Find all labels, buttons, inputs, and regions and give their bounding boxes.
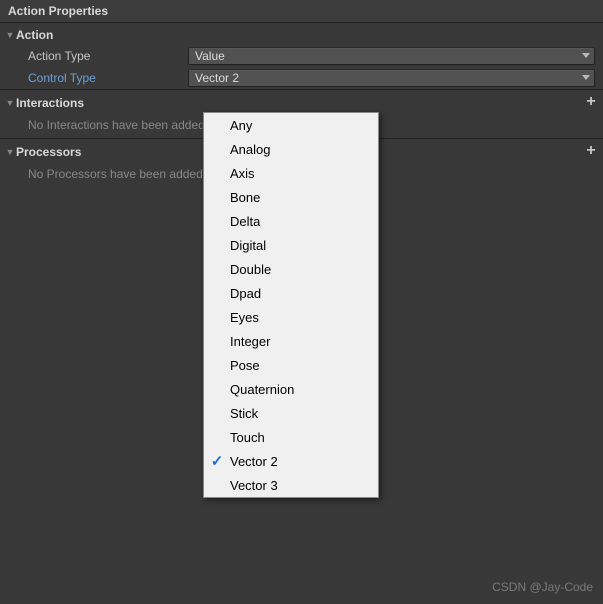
control-type-option[interactable]: Digital xyxy=(204,233,378,257)
control-type-option-label: Vector 3 xyxy=(230,478,278,493)
control-type-option[interactable]: Delta xyxy=(204,209,378,233)
dropdown-control-type[interactable]: Vector 2 xyxy=(188,69,595,87)
caret-down-icon xyxy=(582,53,590,58)
control-type-option-label: Bone xyxy=(230,190,260,205)
control-type-option[interactable]: Bone xyxy=(204,185,378,209)
control-type-option-label: Digital xyxy=(230,238,266,253)
dropdown-action-type[interactable]: Value xyxy=(188,47,595,65)
control-type-option[interactable]: Double xyxy=(204,257,378,281)
watermark: CSDN @Jay-Code xyxy=(492,580,593,594)
control-type-option[interactable]: Quaternion xyxy=(204,377,378,401)
control-type-option-label: Integer xyxy=(230,334,270,349)
check-icon: ✓ xyxy=(204,452,230,470)
section-action: ▼ Action Action Type Value Control Type … xyxy=(0,25,603,89)
row-action-type: Action Type Value xyxy=(0,45,603,67)
row-control-type: Control Type Vector 2 xyxy=(0,67,603,89)
control-type-option-label: Touch xyxy=(230,430,265,445)
control-type-option-label: Dpad xyxy=(230,286,261,301)
add-interaction-button[interactable]: + xyxy=(583,95,599,111)
section-title-action: Action xyxy=(16,28,599,42)
dropdown-action-type-value: Value xyxy=(195,49,225,63)
control-type-option[interactable]: Integer xyxy=(204,329,378,353)
label-control-type: Control Type xyxy=(28,71,188,85)
section-title-interactions: Interactions xyxy=(16,96,583,110)
control-type-option-label: Delta xyxy=(230,214,260,229)
control-type-option[interactable]: Any xyxy=(204,113,378,137)
control-type-option-label: Quaternion xyxy=(230,382,294,397)
control-type-option-label: Stick xyxy=(230,406,258,421)
control-type-option[interactable]: ✓Vector 2 xyxy=(204,449,378,473)
add-processor-button[interactable]: + xyxy=(583,144,599,160)
control-type-option[interactable]: Eyes xyxy=(204,305,378,329)
caret-down-icon xyxy=(582,75,590,80)
section-header-interactions[interactable]: ▼ Interactions + xyxy=(0,92,603,114)
control-type-option-label: Pose xyxy=(230,358,260,373)
control-type-option-label: Eyes xyxy=(230,310,259,325)
dropdown-control-type-value: Vector 2 xyxy=(195,71,239,85)
label-action-type: Action Type xyxy=(28,49,188,63)
control-type-option[interactable]: Analog xyxy=(204,137,378,161)
control-type-option[interactable]: Touch xyxy=(204,425,378,449)
control-type-option-label: Any xyxy=(230,118,252,133)
control-type-option-label: Axis xyxy=(230,166,255,181)
control-type-option-label: Analog xyxy=(230,142,270,157)
foldout-icon: ▼ xyxy=(4,29,16,41)
control-type-option-label: Vector 2 xyxy=(230,454,278,469)
control-type-dropdown-menu[interactable]: Any Analog Axis Bone Delta Digital Double Dpad E… xyxy=(203,112,379,498)
foldout-icon: ▼ xyxy=(4,146,16,158)
control-type-option[interactable]: Axis xyxy=(204,161,378,185)
section-header-action[interactable]: ▼ Action xyxy=(0,25,603,45)
control-type-option[interactable]: Stick xyxy=(204,401,378,425)
control-type-option[interactable]: Dpad xyxy=(204,281,378,305)
foldout-icon: ▼ xyxy=(4,97,16,109)
control-type-option-label: Double xyxy=(230,262,271,277)
control-type-option[interactable]: Vector 3 xyxy=(204,473,378,497)
control-type-option[interactable]: Pose xyxy=(204,353,378,377)
panel-title: Action Properties xyxy=(0,0,603,23)
